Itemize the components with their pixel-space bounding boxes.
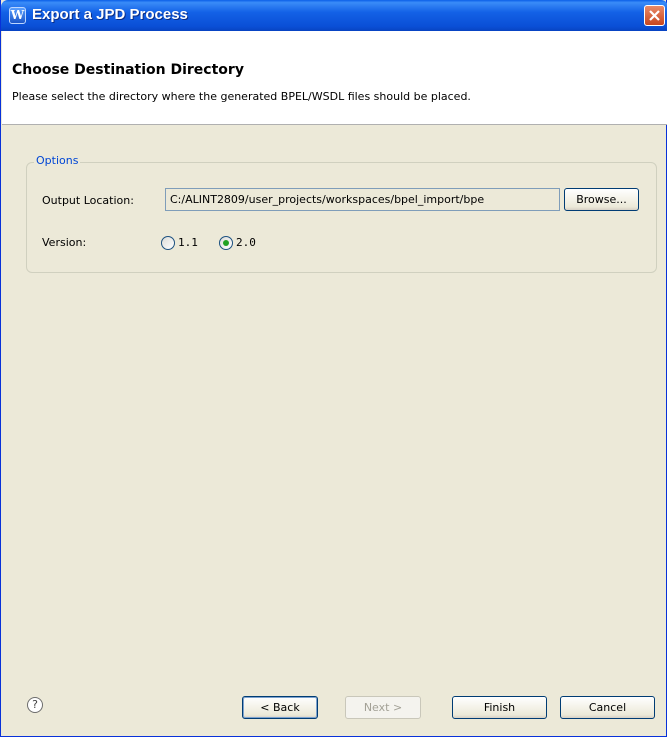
version-radio-1-1[interactable] (161, 236, 175, 250)
title-bar[interactable]: W Export a JPD Process (1, 0, 667, 31)
page-description: Please select the directory where the ge… (12, 90, 471, 103)
wizard-header: Choose Destination Directory Please sele… (2, 31, 667, 125)
options-legend: Options (34, 154, 81, 167)
cancel-button[interactable]: Cancel (560, 696, 655, 719)
window-title: Export a JPD Process (32, 6, 188, 23)
help-icon[interactable]: ? (27, 697, 43, 713)
close-icon (649, 10, 660, 21)
version-option-label: 2.0 (236, 236, 256, 249)
version-radio-2-0[interactable] (219, 236, 233, 250)
app-logo-icon: W (9, 7, 26, 24)
version-label: Version: (42, 236, 87, 249)
back-button[interactable]: < Back (242, 696, 318, 719)
browse-button[interactable]: Browse... (564, 188, 639, 211)
output-location-field[interactable]: C:/ALINT2809/user_projects/workspaces/bp… (165, 188, 560, 211)
page-title: Choose Destination Directory (12, 62, 244, 78)
version-option-label: 1.1 (178, 236, 198, 249)
options-group (26, 162, 657, 273)
output-location-label: Output Location: (42, 194, 134, 207)
close-button[interactable] (644, 5, 665, 26)
next-button[interactable]: Next > (345, 696, 421, 719)
finish-button[interactable]: Finish (452, 696, 547, 719)
export-dialog: W Export a JPD Process Choose Destinatio… (0, 0, 667, 737)
radio-selected-dot (223, 240, 229, 246)
